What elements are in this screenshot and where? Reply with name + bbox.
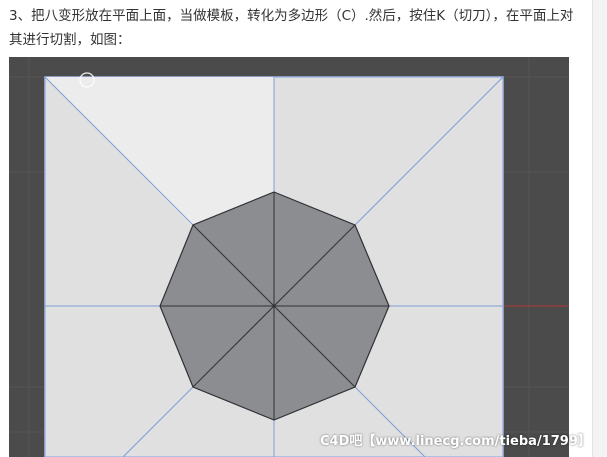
c4d-viewport-screenshot <box>9 57 569 457</box>
viewport-canvas <box>9 57 569 457</box>
step-instruction-text: 3、把八变形放在平面上面，当做模板，转化为多边形（C）.然后，按住K（切刀），在… <box>9 8 574 48</box>
watermark-text: C4D吧【www.linecg.com/tieba/1799】 <box>320 434 591 449</box>
page-scrollbar[interactable] <box>592 0 607 457</box>
